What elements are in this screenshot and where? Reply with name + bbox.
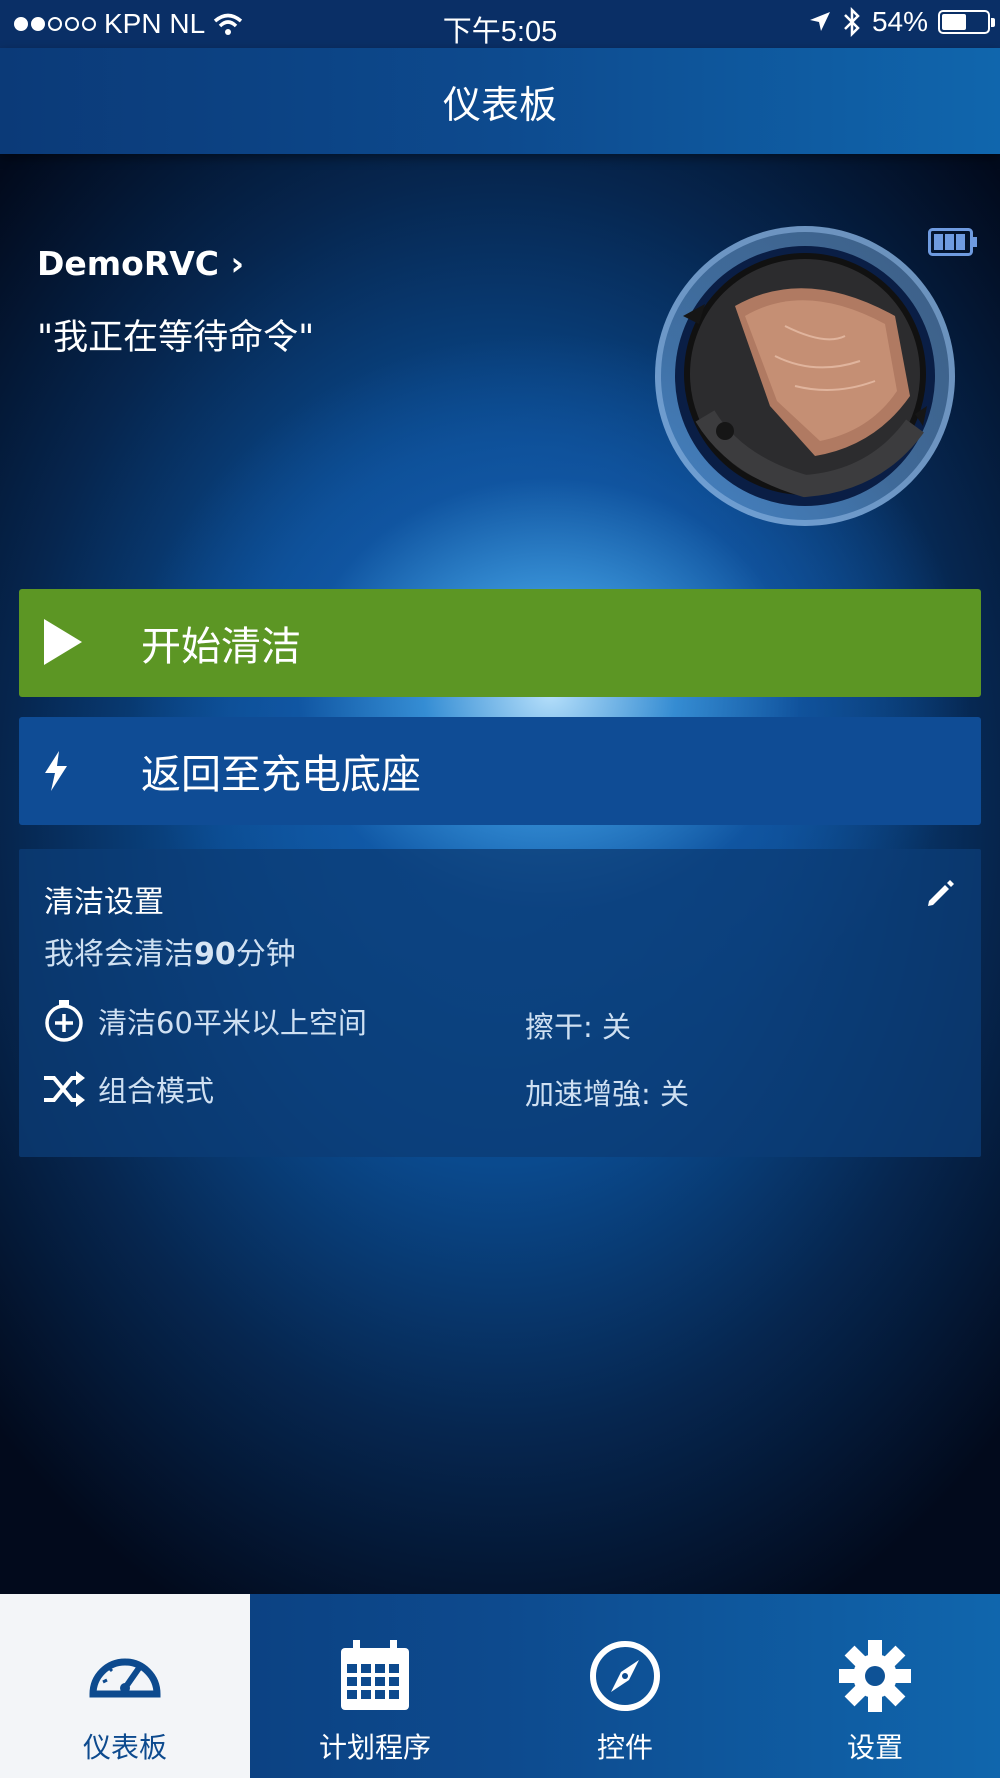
location-arrow-icon — [809, 12, 830, 31]
robot-name-link[interactable]: DemoRVC › — [37, 244, 244, 283]
shuffle-icon — [44, 1071, 85, 1107]
gauge-icon — [89, 1658, 161, 1698]
tab-schedule[interactable]: 计划程序 — [250, 1594, 500, 1778]
battery-status-icon — [938, 10, 995, 34]
edit-pencil-icon[interactable] — [925, 879, 955, 909]
tab-bar: 仪表板 计划程序 控件 设置 — [0, 1594, 1000, 1778]
play-icon — [44, 619, 82, 665]
return-to-dock-button[interactable]: 返回至充电底座 — [19, 717, 981, 825]
calendar-icon — [341, 1640, 409, 1710]
gear-icon — [839, 1640, 911, 1712]
wipe-setting: 擦干: 关 — [525, 1010, 631, 1044]
start-cleaning-button[interactable]: 开始清洁 — [19, 589, 981, 697]
cleaning-duration-text: 我将会清洁90分钟 — [44, 937, 296, 972]
lightning-icon — [45, 751, 67, 791]
tab-controls-label: 控件 — [596, 1731, 653, 1764]
nav-bar: 仪表板 — [0, 48, 1000, 154]
robot-status-text: "我正在等待命令" — [37, 318, 315, 358]
timer-plus-icon — [45, 1000, 83, 1042]
dashboard-main: DemoRVC › "我正在等待命令" 开始清洁 返回至充电底座 清洁设置 我将… — [0, 154, 1000, 1594]
bluetooth-icon — [844, 7, 860, 37]
tab-schedule-label: 计划程序 — [318, 1731, 431, 1764]
cleaning-area-option: 清洁60平米以上空间 — [42, 999, 367, 1043]
turbo-setting: 加速增強: 关 — [525, 1077, 689, 1111]
tab-dashboard[interactable]: 仪表板 — [0, 1594, 250, 1778]
start-cleaning-label: 开始清洁 — [141, 624, 301, 670]
robot-image[interactable] — [655, 226, 955, 526]
robot-battery-icon — [928, 228, 977, 256]
cleaning-settings-card[interactable]: 清洁设置 我将会清洁90分钟 清洁60平米以上空间 组合模式 擦干: 关 加速增… — [19, 849, 981, 1157]
tab-dashboard-label: 仪表板 — [82, 1731, 167, 1764]
page-title: 仪表板 — [442, 82, 557, 127]
status-bar: KPN NL 下午5:05 54% — [0, 0, 1000, 48]
compass-icon — [590, 1641, 660, 1711]
robot-vacuum-icon — [683, 253, 927, 498]
tab-settings[interactable]: 设置 — [750, 1594, 1000, 1778]
status-right: 54% — [808, 6, 995, 38]
tab-settings-label: 设置 — [846, 1731, 903, 1764]
battery-percent: 54% — [871, 6, 928, 37]
return-to-dock-label: 返回至充电底座 — [141, 752, 421, 798]
tab-controls[interactable]: 控件 — [500, 1594, 750, 1778]
cleaning-duration-value: 90 — [194, 937, 236, 972]
cleaning-mode-option: 组合模式 — [42, 1067, 214, 1111]
cleaning-settings-title: 清洁设置 — [44, 885, 164, 920]
